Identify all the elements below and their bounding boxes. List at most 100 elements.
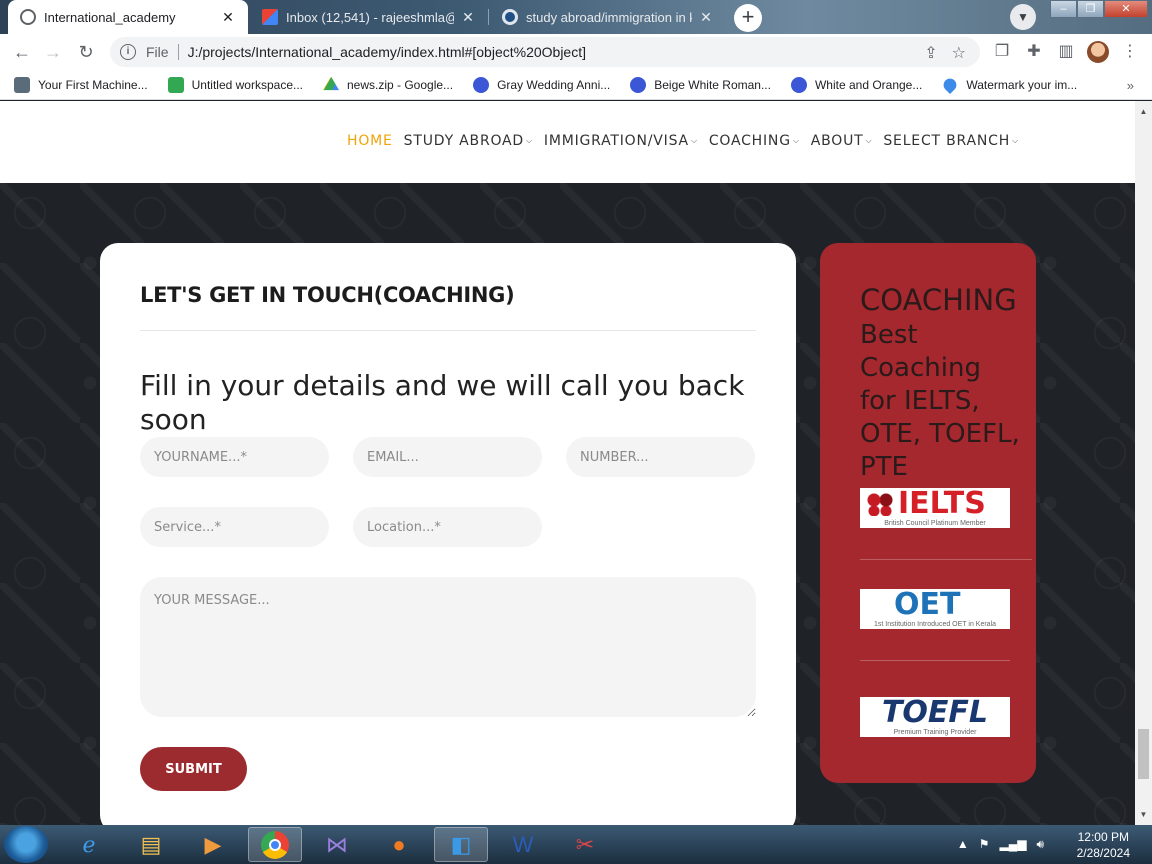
main-nav: HOME STUDY ABROAD ⌵ IMMIGRATION/VISA ⌵ COA…: [347, 133, 1030, 149]
service-input[interactable]: [140, 507, 329, 547]
ielts-logo-caption: British Council Platinum Member: [884, 520, 986, 527]
submit-button[interactable]: SUBMIT: [140, 747, 247, 791]
chrome-icon[interactable]: [248, 827, 302, 862]
tab-title: study abroad/immigration in kera: [526, 9, 692, 25]
sidebar-subtitle: Best Coaching for IELTS, OTE, TOEFL, PTE: [860, 320, 1020, 482]
kebab-menu-icon[interactable]: ⋮: [1120, 42, 1140, 62]
bookmark-label: news.zip - Google...: [347, 77, 454, 92]
sidebar-title: COACHING: [860, 283, 1017, 317]
extensions-puzzle-icon[interactable]: ✚: [1024, 42, 1044, 62]
name-input[interactable]: [140, 437, 329, 477]
browser-tab-strip: International_academy ✕ Inbox (12,541) -…: [0, 0, 1152, 34]
location-input[interactable]: [353, 507, 542, 547]
bookmark-item[interactable]: Your First Machine...: [14, 76, 148, 93]
back-arrow-icon[interactable]: ←: [9, 40, 35, 64]
message-textarea[interactable]: [140, 577, 756, 717]
maximize-button[interactable]: ❐: [1077, 0, 1104, 18]
share-icon[interactable]: ⇪: [924, 43, 937, 63]
word-icon[interactable]: W: [496, 827, 550, 862]
windows-taskbar: ℯ ▤ ▶ ⋈ ● ◧ W ✂ ▲ ⚑ ▂▄▆ 🔊︎ 12:00 PM 2/28…: [0, 825, 1152, 864]
bookmark-item[interactable]: Beige White Roman...: [630, 76, 771, 93]
ielts-logo[interactable]: IELTS British Council Platinum Member: [860, 488, 1010, 528]
url-text[interactable]: J:/projects/International_academy/index.…: [188, 44, 586, 60]
tab-search-chevron-icon[interactable]: ▼: [1010, 4, 1036, 30]
close-icon[interactable]: ✕: [220, 9, 236, 25]
scroll-down-arrow-icon[interactable]: ▼: [1139, 810, 1148, 819]
oet-logo[interactable]: OET 1st Institution Introduced OET in Ke…: [860, 589, 1010, 629]
side-panel-icon[interactable]: ▥: [1056, 42, 1076, 62]
nav-study-abroad[interactable]: STUDY ABROAD ⌵: [404, 133, 533, 149]
forward-arrow-icon[interactable]: →: [40, 40, 66, 64]
nav-label: IMMIGRATION/VISA: [543, 133, 689, 149]
scroll-up-arrow-icon[interactable]: ▲: [1139, 107, 1148, 116]
copy-icon[interactable]: ❐: [992, 42, 1012, 62]
bookmark-item[interactable]: White and Orange...: [790, 76, 923, 93]
close-icon[interactable]: ✕: [460, 9, 476, 25]
bookmark-item[interactable]: news.zip - Google...: [323, 76, 454, 93]
info-icon[interactable]: i: [120, 44, 136, 60]
bookmark-label: Your First Machine...: [38, 77, 148, 92]
address-bar[interactable]: i File J:/projects/International_academy…: [110, 37, 980, 67]
oet-logo-text: OET: [894, 589, 961, 622]
bookmark-thumbnail-icon: [14, 76, 30, 93]
new-tab-button[interactable]: +: [734, 4, 762, 32]
bookmark-item[interactable]: Untitled workspace...: [167, 76, 303, 93]
profile-avatar[interactable]: [1087, 41, 1109, 63]
bookmark-item[interactable]: Watermark your im...: [941, 75, 1077, 94]
system-clock[interactable]: 12:00 PM 2/28/2024: [1077, 829, 1130, 861]
reload-icon[interactable]: ↻: [73, 40, 99, 64]
chrome-logo-icon: [261, 830, 289, 859]
bookmark-label: Gray Wedding Anni...: [497, 77, 611, 92]
firefox-icon[interactable]: ●: [372, 827, 426, 862]
url-scheme: File: [146, 44, 169, 60]
url-divider: [177, 44, 179, 60]
media-player-icon[interactable]: ▶: [186, 827, 240, 862]
scroll-thumb[interactable]: [1138, 729, 1149, 779]
window-close-button[interactable]: ✕: [1104, 0, 1148, 18]
chevron-down-icon: ⌵: [792, 136, 800, 145]
browser-toolbar: ← → ↻ i File J:/projects/International_a…: [0, 34, 1152, 70]
nav-coaching[interactable]: COACHING ⌵: [709, 133, 800, 149]
form-subheading: Fill in your details and we will call yo…: [140, 369, 745, 436]
canva-icon: [473, 76, 490, 93]
file-explorer-icon[interactable]: ▤: [124, 827, 178, 862]
action-center-flag-icon[interactable]: ⚑: [979, 837, 990, 852]
nav-about[interactable]: ABOUT ⌵: [811, 133, 873, 149]
bookmark-label: White and Orange...: [814, 77, 923, 92]
tab-study-abroad[interactable]: study abroad/immigration in kera ✕: [490, 0, 726, 34]
bookmark-label: Untitled workspace...: [191, 77, 303, 92]
toefl-logo[interactable]: TOEFL Premium Training Provider: [860, 697, 1010, 737]
snipping-tool-icon[interactable]: ✂: [558, 827, 612, 862]
nav-home[interactable]: HOME: [347, 133, 393, 149]
show-hidden-icons-icon[interactable]: ▲: [957, 837, 969, 852]
more-bookmarks-chevron-icon[interactable]: »: [1127, 78, 1134, 93]
tab-international-academy[interactable]: International_academy ✕: [8, 0, 248, 34]
bookmark-item[interactable]: Gray Wedding Anni...: [473, 76, 611, 93]
google-drive-icon: [323, 76, 339, 91]
internet-explorer-icon[interactable]: ℯ: [62, 827, 116, 862]
chevron-down-icon: ⌵: [1012, 136, 1019, 145]
coaching-sidebar: COACHING Best Coaching for IELTS, OTE, T…: [820, 243, 1036, 783]
visual-studio-icon[interactable]: ⋈: [310, 827, 364, 862]
nav-immigration-visa[interactable]: IMMIGRATION/VISA ⌵: [544, 133, 698, 149]
ielts-dots-icon: [866, 492, 894, 516]
minimize-button[interactable]: ‒: [1050, 0, 1077, 18]
canva-icon: [630, 76, 647, 93]
close-icon[interactable]: ✕: [698, 9, 714, 25]
page-scrollbar[interactable]: ▲ ▼: [1135, 101, 1152, 825]
nav-select-branch[interactable]: SELECT BRANCH ⌵: [883, 133, 1019, 149]
email-input[interactable]: [353, 437, 542, 477]
tab-inbox[interactable]: Inbox (12,541) - rajeeshmla@gma ✕: [250, 0, 488, 34]
ielts-logo-text: IELTS: [898, 488, 986, 521]
tab-title: International_academy: [44, 9, 176, 25]
vscode-icon[interactable]: ◧: [434, 827, 488, 862]
start-button[interactable]: [4, 826, 48, 863]
chevron-down-icon: ⌵: [526, 136, 533, 145]
oet-logo-caption: 1st Institution Introduced OET in Kerala: [873, 621, 997, 628]
nav-label: COACHING: [708, 133, 791, 149]
number-input[interactable]: [566, 437, 755, 477]
bookmark-star-icon[interactable]: ☆: [952, 43, 966, 63]
gmail-icon: [262, 9, 278, 25]
volume-icon[interactable]: 🔊︎: [1036, 837, 1044, 852]
network-signal-icon[interactable]: ▂▄▆: [999, 837, 1026, 852]
